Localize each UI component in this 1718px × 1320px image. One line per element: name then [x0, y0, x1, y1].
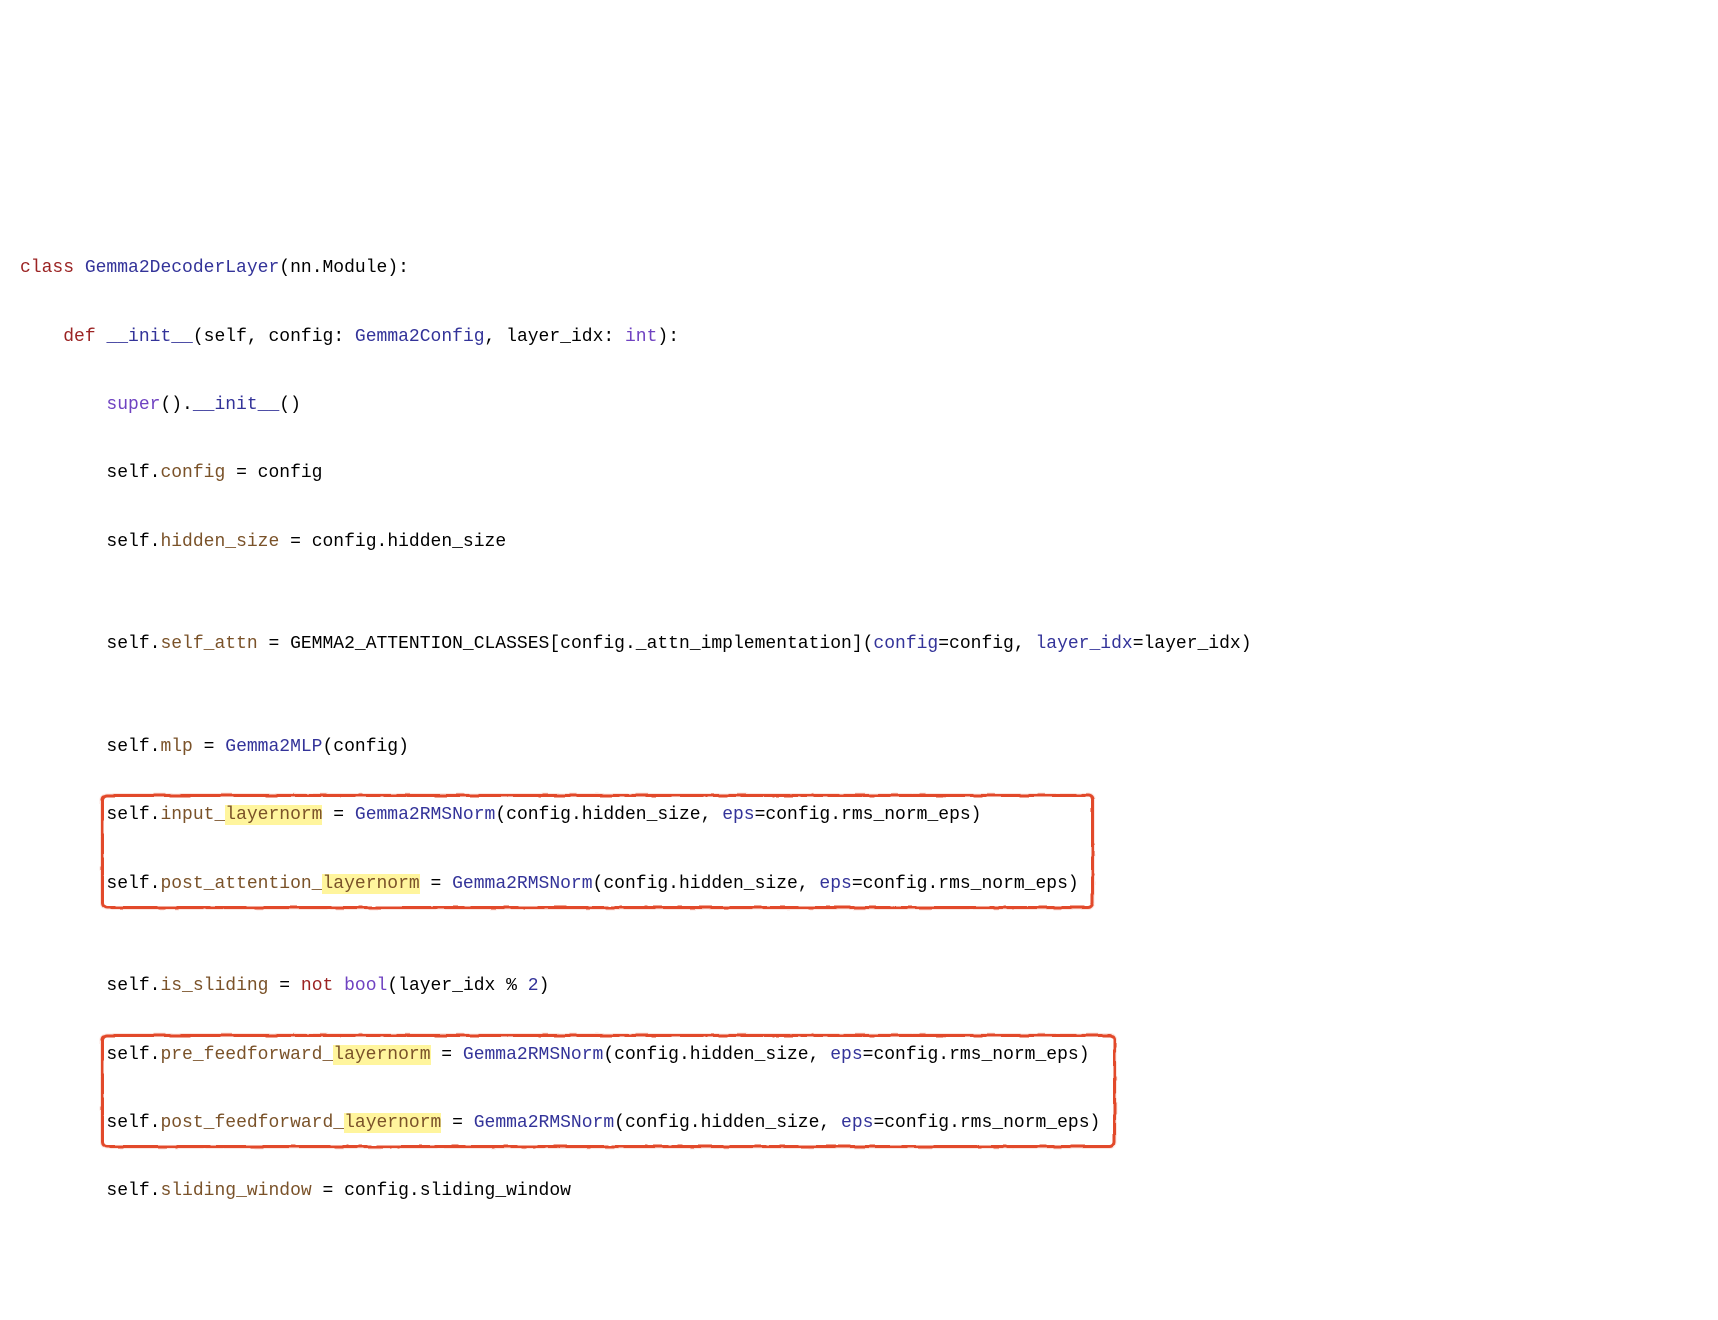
keyword-class: class — [20, 258, 74, 278]
highlight-layernorm: layernorm — [333, 1045, 430, 1065]
function-name: __init__ — [106, 327, 192, 347]
code-line-14: self.pre_feedforward_layernorm = Gemma2R… — [20, 1038, 1698, 1072]
highlight-layernorm: layernorm — [225, 805, 322, 825]
code-line-2: def __init__(self, config: Gemma2Config,… — [20, 320, 1698, 354]
class-name: Gemma2DecoderLayer — [85, 258, 279, 278]
code-line-7: self.self_attn = GEMMA2_ATTENTION_CLASSE… — [20, 627, 1698, 661]
code-line-16: self.sliding_window = config.sliding_win… — [20, 1174, 1698, 1208]
code-line-4: self.config = config — [20, 456, 1698, 490]
code-line-3: super().__init__() — [20, 388, 1698, 422]
code-line-10: self.input_layernorm = Gemma2RMSNorm(con… — [20, 798, 1698, 832]
code-line-11: self.post_attention_layernorm = Gemma2RM… — [20, 867, 1698, 901]
code-line-15: self.post_feedforward_layernorm = Gemma2… — [20, 1106, 1698, 1140]
highlight-layernorm: layernorm — [322, 874, 419, 894]
keyword-def: def — [63, 327, 95, 347]
highlight-layernorm: layernorm — [344, 1113, 441, 1133]
code-block: class Gemma2DecoderLayer(nn.Module): def… — [20, 217, 1698, 1320]
code-line-5: self.hidden_size = config.hidden_size — [20, 525, 1698, 559]
code-line-1: class Gemma2DecoderLayer(nn.Module): — [20, 251, 1698, 285]
code-line-13: self.is_sliding = not bool(layer_idx % 2… — [20, 969, 1698, 1003]
code-line-9: self.mlp = Gemma2MLP(config) — [20, 730, 1698, 764]
